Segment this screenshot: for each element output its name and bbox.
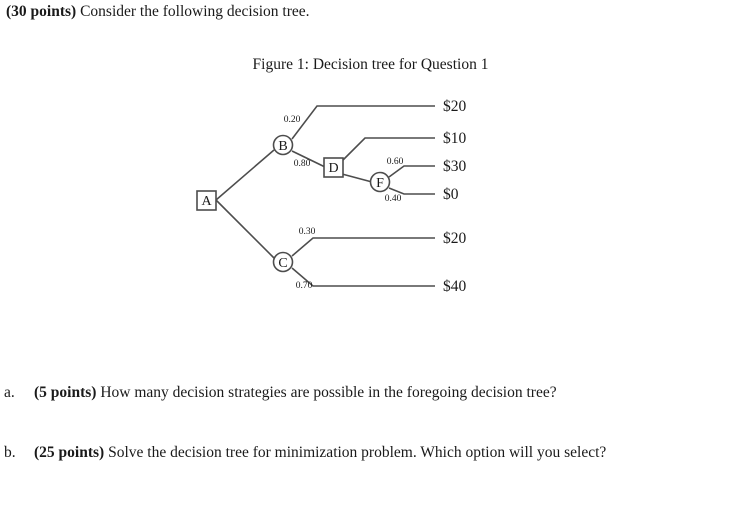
- tree-node-c: C: [272, 251, 294, 273]
- prob-label-c-lower: 0.70: [296, 281, 313, 291]
- edge-c-to-payoff-20: [291, 237, 435, 257]
- question-a-text: How many decision strategies are possibl…: [96, 384, 557, 401]
- payoff-label-2: $10: [443, 130, 467, 147]
- tree-node-a: A: [196, 190, 217, 211]
- edge-b-to-payoff-20: [291, 105, 435, 140]
- payoff-label-1: $20: [443, 98, 467, 115]
- edge-a-to-c: [215, 199, 275, 259]
- question-item-a: a. (5 points) How many decision strategi…: [0, 382, 733, 403]
- prob-label-f-lower: 0.40: [385, 194, 402, 204]
- prob-label-c-upper: 0.30: [299, 227, 316, 237]
- prompt-text: Consider the following decision tree.: [76, 3, 310, 20]
- document-page: (30 points) Consider the following decis…: [0, 0, 733, 508]
- prob-label-f-upper: 0.60: [387, 157, 404, 167]
- node-c-label: C: [278, 256, 287, 271]
- payoff-label-5: $20: [443, 230, 467, 247]
- edge-d-to-f: [341, 173, 373, 183]
- node-b-label: B: [278, 139, 287, 154]
- question-item-b: b. (25 points) Solve the decision tree f…: [0, 442, 733, 463]
- node-f-label: F: [376, 176, 384, 191]
- tree-node-d: D: [323, 157, 344, 178]
- question-list: a. (5 points) How many decision strategi…: [0, 382, 733, 502]
- prob-label-b-lower: 0.80: [294, 159, 311, 169]
- prob-label-b-upper: 0.20: [284, 115, 301, 125]
- tree-edges: [215, 105, 435, 287]
- payoff-label-3: $30: [443, 158, 467, 175]
- question-prompt: (30 points) Consider the following decis…: [6, 2, 310, 22]
- question-a-marker: a.: [4, 384, 15, 401]
- tree-node-f: F: [369, 171, 391, 193]
- figure-caption-text: Figure 1: Decision tree for Question 1: [252, 56, 489, 73]
- edge-a-to-b: [215, 149, 275, 201]
- question-b-marker: b.: [4, 444, 16, 461]
- payoff-label-4: $0: [443, 186, 459, 203]
- edge-f-to-payoff-30: [388, 165, 435, 178]
- question-a-points-label: (5 points): [34, 384, 97, 401]
- node-d-label: D: [328, 161, 338, 176]
- question-a-body: (5 points) How many decision strategies …: [34, 382, 723, 403]
- tree-payoff-labels: $20 $10 $30 $0 $20 $40: [443, 98, 467, 295]
- edge-c-to-payoff-40: [291, 267, 435, 287]
- node-a-label: A: [201, 194, 212, 209]
- question-b-points-label: (25 points): [34, 444, 105, 461]
- decision-tree-svg: A B C D F 0.20 0.80 0.60 0.40 0.30 0.70 …: [196, 98, 467, 295]
- question-b-text: Solve the decision tree for minimization…: [104, 444, 607, 461]
- tree-node-b: B: [272, 134, 294, 156]
- prompt-points-label: (30 points): [6, 3, 77, 20]
- payoff-label-6: $40: [443, 278, 467, 295]
- tree-probability-labels: 0.20 0.80 0.60 0.40 0.30 0.70: [284, 115, 404, 291]
- question-b-body: (25 points) Solve the decision tree for …: [34, 442, 723, 463]
- decision-tree-figure: A B C D F 0.20 0.80 0.60 0.40 0.30 0.70 …: [180, 88, 510, 308]
- figure-caption: Figure 1: Decision tree for Question 1: [0, 55, 733, 75]
